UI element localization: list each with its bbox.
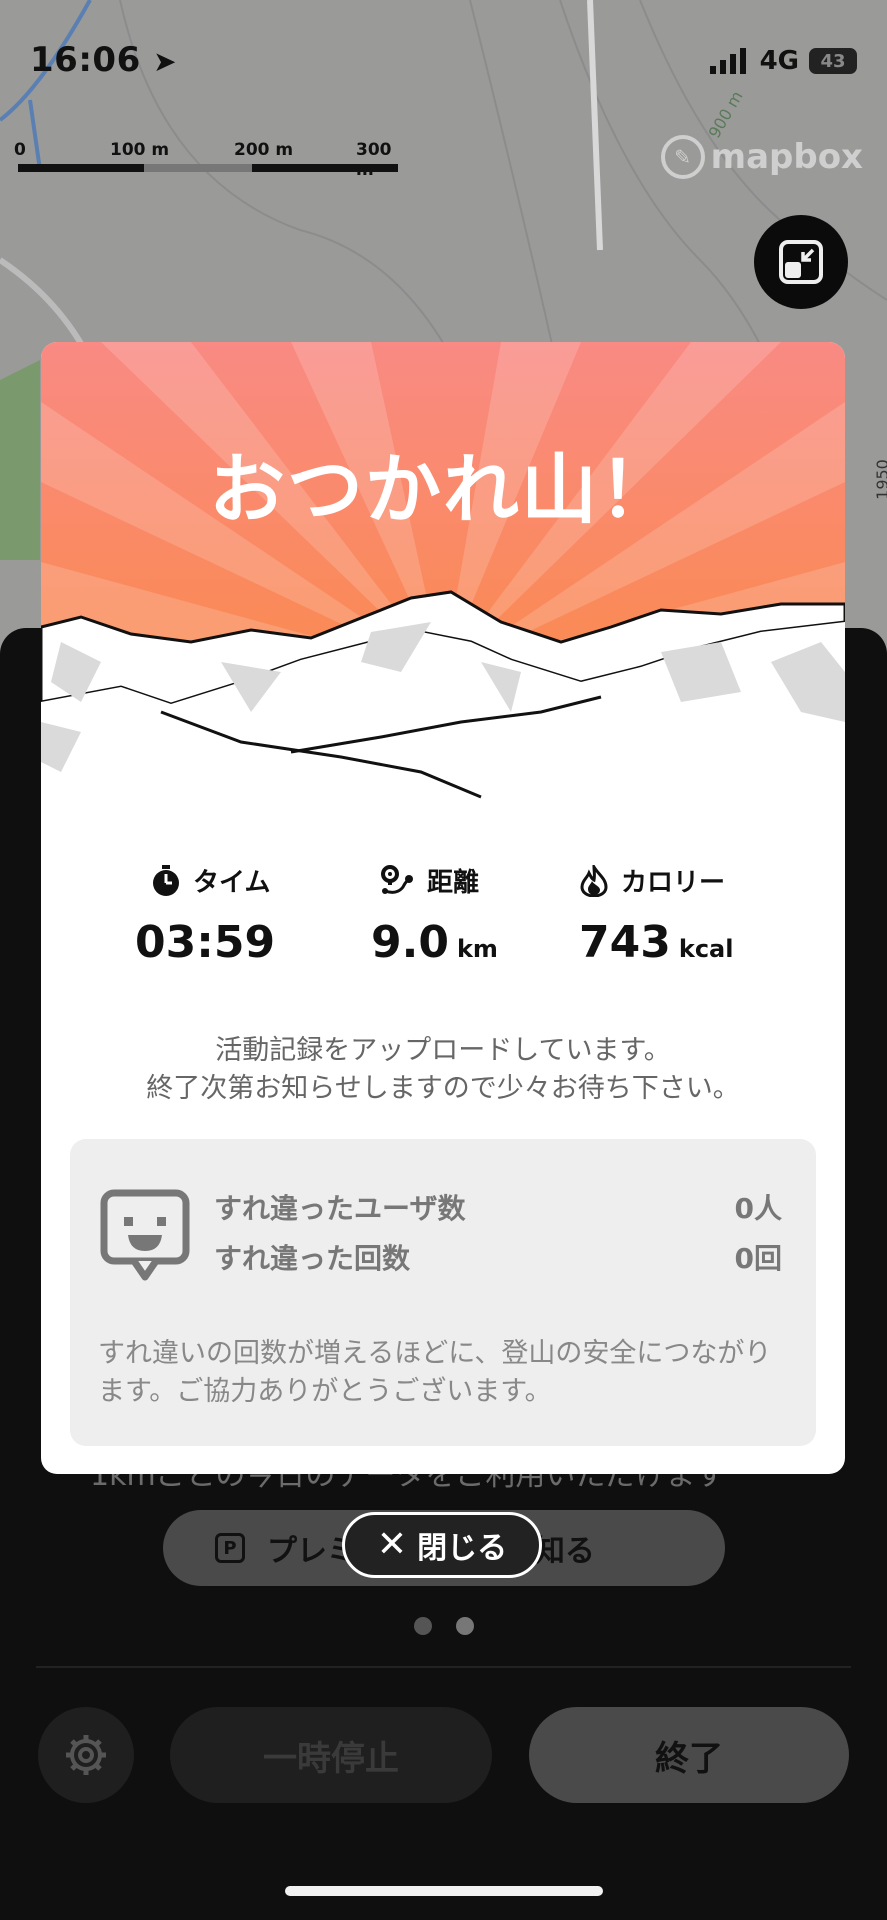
stat-label: 距離 [427, 868, 480, 898]
scale-line [18, 164, 398, 172]
encounter-note: すれ違いの回数が増えるほどに、登山の安全につながります。ご協力ありがとうございま… [98, 1338, 772, 1407]
close-button-label: 閉じる [417, 1531, 508, 1566]
stat-label: タイム [193, 868, 271, 898]
scale-label: 200 m [234, 140, 294, 160]
pause-button-label: 一時停止 [263, 1738, 399, 1779]
mountain-hero-illustration [41, 342, 845, 812]
encounter-users-label: すれ違ったユーザ数 [214, 1192, 466, 1225]
collapse-icon [779, 240, 823, 284]
end-button[interactable]: 終了 [529, 1707, 849, 1803]
flame-icon [580, 864, 608, 897]
upload-message-line: 終了次第お知らせしますので少々お待ち下さい。 [146, 1073, 740, 1104]
battery-icon: 43 [809, 48, 857, 74]
mapbox-logo: ✎ mapbox [660, 135, 863, 179]
close-button[interactable]: ✕ 閉じる [342, 1512, 542, 1578]
pause-button[interactable]: 一時停止 [170, 1707, 492, 1803]
stat-calories: カロリー 743 kcal [579, 862, 839, 968]
encounter-count-value: 0回 [734, 1242, 782, 1275]
encounter-face-icon [100, 1189, 190, 1281]
close-icon: ✕ [376, 1524, 408, 1565]
scale-label: 0 [14, 140, 26, 160]
network-type: 4G [759, 46, 799, 76]
settings-button[interactable] [38, 1707, 134, 1803]
status-time: 16:06 ➤ [30, 40, 177, 80]
stat-label: カロリー [621, 868, 726, 898]
stat-value: 03:59 [135, 917, 276, 968]
activity-stats: タイム 03:59 距離 9.0 km カロリー 743 kcal [41, 862, 845, 1002]
signal-icon [709, 48, 746, 74]
map-scale-bar: 0 100 m 200 m 300 m [14, 140, 398, 180]
page-indicator [414, 1617, 474, 1635]
summit-summary-modal: おつかれ山！ タイム 03:59 距離 9.0 km カロリー 743 kcal… [41, 342, 845, 1474]
stat-unit: km [456, 935, 498, 963]
page-dot-active[interactable] [456, 1617, 474, 1635]
mapbox-mark-icon: ✎ [660, 135, 705, 179]
end-button-label: 終了 [655, 1738, 723, 1779]
encounter-count-label: すれ違った回数 [214, 1242, 411, 1275]
encounter-count-row: すれ違った回数 0回 [214, 1237, 782, 1277]
scale-label: 300 m [356, 140, 392, 180]
location-arrow-icon: ➤ [153, 45, 178, 78]
stopwatch-icon [153, 864, 179, 896]
home-indicator[interactable] [285, 1886, 603, 1896]
encounter-users-value: 0人 [734, 1192, 782, 1225]
premium-p-icon: P [215, 1533, 245, 1563]
panel-divider [36, 1666, 851, 1668]
page-dot[interactable] [414, 1617, 432, 1635]
clock-text: 16:06 [30, 40, 141, 80]
upload-status-message: 活動記録をアップロードしています。 終了次第お知らせしますので少々お待ち下さい。 [41, 1032, 845, 1108]
battery-level: 43 [820, 50, 846, 72]
upload-message-line: 活動記録をアップロードしています。 [215, 1035, 671, 1066]
gear-icon [66, 1735, 106, 1775]
status-bar: 16:06 ➤ 4G 43 [0, 0, 887, 120]
scale-label: 100 m [110, 140, 170, 160]
status-indicators: 4G 43 [709, 46, 857, 76]
contour-label: 1950 [872, 459, 887, 500]
mapbox-wordmark: mapbox [710, 137, 863, 177]
modal-title: おつかれ山！ [209, 445, 677, 534]
stat-unit: kcal [678, 935, 734, 963]
encounter-info-box: すれ違ったユーザ数 0人 すれ違った回数 0回 すれ違いの回数が増えるほどに、登… [70, 1139, 816, 1446]
stat-value: 9.0 [371, 917, 449, 968]
encounter-users-row: すれ違ったユーザ数 0人 [214, 1187, 782, 1227]
stat-value: 743 [579, 917, 671, 968]
route-icon [381, 864, 413, 894]
collapse-map-button[interactable] [754, 215, 848, 309]
